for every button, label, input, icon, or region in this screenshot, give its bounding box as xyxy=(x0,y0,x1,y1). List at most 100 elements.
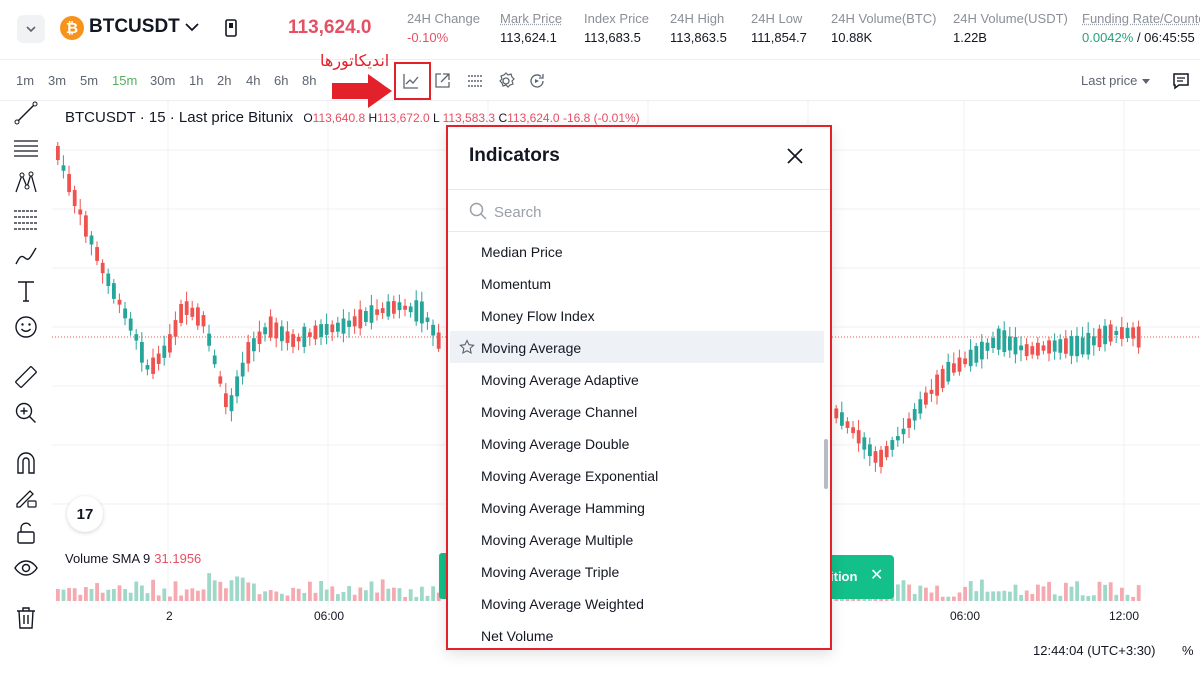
indicator-item-moving-average-double[interactable]: Moving Average Double xyxy=(450,427,824,459)
volume-bar xyxy=(1013,584,1018,601)
timeframe-5m[interactable]: 5m xyxy=(80,73,98,88)
text-tool-icon[interactable] xyxy=(13,278,39,304)
volume-bar xyxy=(190,588,195,601)
candle-body xyxy=(1013,336,1018,355)
volume-bar xyxy=(980,579,984,601)
timeframe-8h[interactable]: 8h xyxy=(302,73,316,88)
volume-value: 31.1956 xyxy=(154,551,202,566)
indicator-item-money-flow-index[interactable]: Money Flow Index xyxy=(450,299,824,331)
timeframe-1h[interactable]: 1h xyxy=(189,73,203,88)
stat-label[interactable]: Funding Rate/Countd xyxy=(1082,11,1200,26)
indicator-item-moving-average-triple[interactable]: Moving Average Triple xyxy=(450,555,824,587)
list-icon[interactable] xyxy=(465,71,485,91)
x-axis-tick: 06:00 xyxy=(314,609,345,623)
unlock-icon[interactable] xyxy=(13,520,39,546)
toast-close-icon[interactable]: ✕ xyxy=(870,565,883,585)
chat-icon[interactable] xyxy=(1171,71,1191,91)
annotation-label: اندیکاتورها xyxy=(320,53,390,70)
indicator-item-moving-average-hamming[interactable]: Moving Average Hamming xyxy=(450,491,824,523)
x-axis-tick: 2 xyxy=(166,609,173,623)
indicator-item-net-volume[interactable]: Net Volume xyxy=(450,619,824,648)
candle-body xyxy=(100,262,105,274)
candle-body xyxy=(229,395,234,412)
candle-body xyxy=(946,361,951,382)
volume-bar xyxy=(408,589,413,601)
candle-body xyxy=(1131,327,1135,339)
zoom-in-icon[interactable] xyxy=(13,400,39,426)
brush-icon[interactable] xyxy=(13,242,39,268)
candle-body xyxy=(168,334,172,353)
lock-drawing-icon[interactable] xyxy=(13,484,39,510)
symbol-name[interactable]: BTCUSDT xyxy=(89,16,180,38)
candle-body xyxy=(257,331,262,344)
stat-value: 10.88K xyxy=(831,30,873,45)
time-readout[interactable]: 12:44:04 (UTC+3:30) xyxy=(1033,643,1155,658)
candle-body xyxy=(957,357,962,372)
candle-body xyxy=(1075,335,1079,357)
pattern-icon[interactable] xyxy=(13,170,39,196)
indicator-item-moving-average-multiple[interactable]: Moving Average Multiple xyxy=(450,523,824,555)
indicator-item-moving-average-weighted[interactable]: Moving Average Weighted xyxy=(450,587,824,619)
candle-body xyxy=(968,349,973,367)
volume-bar xyxy=(235,576,239,601)
indicator-item-median-price[interactable]: Median Price xyxy=(450,235,824,267)
horizontal-lines-icon[interactable] xyxy=(13,135,39,161)
volume-bar xyxy=(1041,586,1046,601)
tradingview-logo[interactable]: 17 xyxy=(67,496,103,532)
volume-bar xyxy=(397,588,402,601)
search-icon xyxy=(469,202,487,220)
symbol-dropdown-chevron-icon[interactable] xyxy=(183,18,201,36)
fib-retracement-icon[interactable] xyxy=(13,206,39,232)
indicator-item-moving-average-adaptive[interactable]: Moving Average Adaptive xyxy=(450,363,824,395)
candle-body xyxy=(89,235,94,245)
share-icon[interactable] xyxy=(432,71,452,91)
list-scrollbar[interactable] xyxy=(824,439,828,489)
candle-body xyxy=(285,331,290,343)
percent-scale-button[interactable]: % xyxy=(1182,643,1194,658)
volume-bar xyxy=(431,586,435,601)
timeframe-1m[interactable]: 1m xyxy=(16,73,34,88)
volume-bar xyxy=(212,580,217,601)
indicator-label: Moving Average Weighted xyxy=(481,596,644,612)
candle-body xyxy=(212,355,217,365)
indicator-item-moving-average[interactable]: Moving Average xyxy=(450,331,824,363)
stat-value: 111,854.7 xyxy=(751,30,807,45)
favorite-star-icon[interactable] xyxy=(459,339,475,355)
close-icon[interactable] xyxy=(786,147,804,165)
indicator-item-momentum[interactable]: Momentum xyxy=(450,267,824,299)
chevron-down-icon xyxy=(26,26,36,33)
market-header: ₿ BTCUSDT 113,624.0 24H Change -0.10% Ma… xyxy=(0,0,1200,60)
timeframe-30m[interactable]: 30m xyxy=(150,73,175,88)
volume-bar xyxy=(1047,581,1051,601)
candle-body xyxy=(425,317,430,322)
magnet-icon[interactable] xyxy=(13,450,39,476)
emoji-icon[interactable] xyxy=(13,314,39,340)
volume-bar xyxy=(341,592,346,601)
timeframe-2h[interactable]: 2h xyxy=(217,73,231,88)
price-type-select[interactable]: Last price xyxy=(1081,73,1137,88)
ruler-icon[interactable] xyxy=(13,364,39,390)
last-price: 113,624.0 xyxy=(288,17,372,38)
indicator-search-input[interactable] xyxy=(494,199,794,225)
trash-icon[interactable] xyxy=(13,605,39,631)
candle-body xyxy=(1024,344,1029,357)
timeframe-4h[interactable]: 4h xyxy=(246,73,260,88)
stat-24h-low: 24H Low 111,854.7 xyxy=(751,11,807,45)
candle-body xyxy=(268,316,273,338)
symbol-list-toggle[interactable] xyxy=(17,15,45,43)
bookmark-icon[interactable] xyxy=(222,18,240,38)
candle-body xyxy=(179,303,183,323)
candle-body xyxy=(296,336,301,342)
timeframe-3m[interactable]: 3m xyxy=(48,73,66,88)
volume-bar xyxy=(1125,594,1130,601)
stat-label[interactable]: Mark Price xyxy=(500,11,562,26)
indicator-item-moving-average-channel[interactable]: Moving Average Channel xyxy=(450,395,824,427)
eye-icon[interactable] xyxy=(13,555,39,581)
timeframe-6h[interactable]: 6h xyxy=(274,73,288,88)
refresh-icon[interactable] xyxy=(527,71,547,91)
settings-gear-icon[interactable] xyxy=(496,71,516,91)
timeframe-15m[interactable]: 15m xyxy=(112,73,137,88)
volume-bar xyxy=(274,591,279,601)
trend-line-icon[interactable] xyxy=(13,100,39,126)
indicator-item-moving-average-exponential[interactable]: Moving Average Exponential xyxy=(450,459,824,491)
